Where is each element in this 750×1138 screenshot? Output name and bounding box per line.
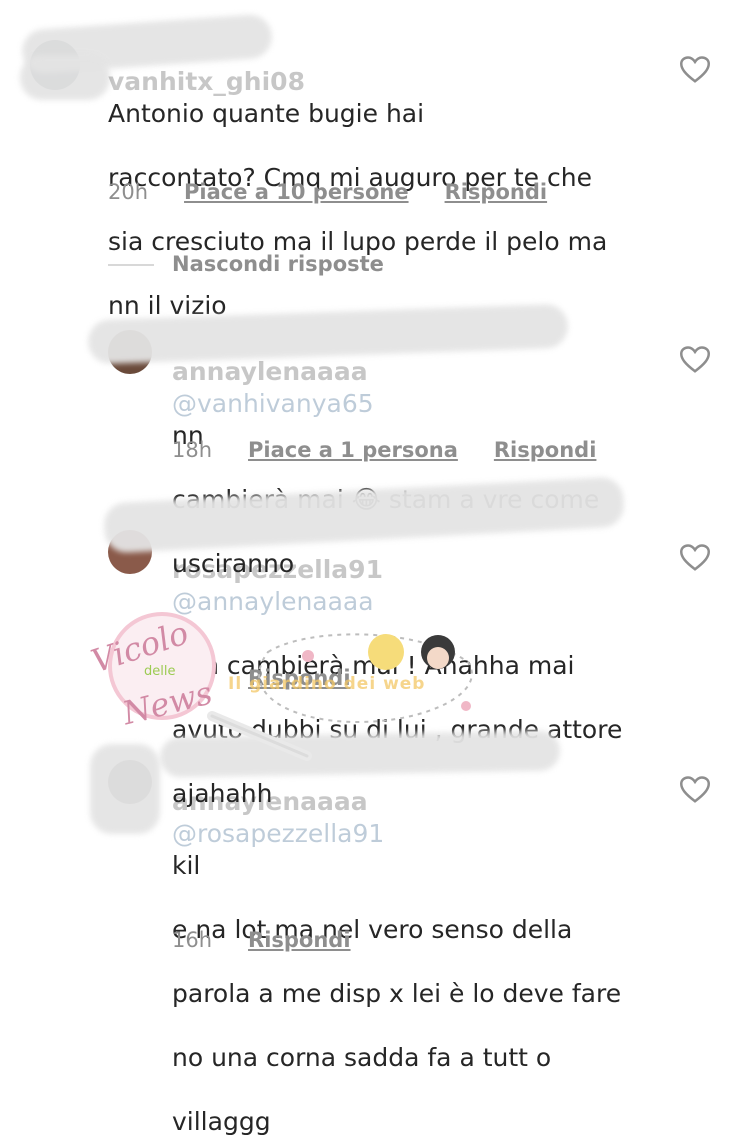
redaction-scribble	[90, 744, 160, 834]
mention[interactable]: @rosapezzella91	[172, 819, 384, 848]
mention[interactable]: @vanhivanya65	[172, 389, 374, 418]
reply-button[interactable]: Rispondi	[445, 180, 548, 204]
comment-line: villaggg	[172, 1107, 271, 1136]
likes-link[interactable]: Piace a 10 persone	[184, 180, 409, 204]
comment-time: 16h	[172, 928, 213, 952]
heart-icon[interactable]	[680, 346, 710, 374]
hide-replies-button[interactable]: Nascondi risposte	[172, 252, 384, 276]
heart-icon[interactable]	[680, 56, 710, 84]
comment-text: vanhitx_ghi08 Antonio quante bugie hai r…	[108, 34, 607, 322]
mention[interactable]: @annaylenaaaa	[172, 587, 374, 616]
comment-line: Antonio quante bugie hai	[108, 99, 425, 128]
comment-time: 16h	[172, 666, 213, 690]
comment-meta: 20h Piace a 10 persone Rispondi	[108, 180, 547, 204]
comment-meta: 16h Rispondi	[172, 666, 351, 690]
reply-button[interactable]: Rispondi	[248, 666, 351, 690]
comment-meta: 16h Rispondi	[172, 928, 351, 952]
heart-icon[interactable]	[680, 776, 710, 804]
redaction-scribble	[20, 55, 110, 100]
comment-line: kil	[172, 851, 201, 880]
comment-username[interactable]: rosapezzella91	[172, 555, 383, 584]
comment-username[interactable]: annaylenaaaa	[172, 357, 368, 386]
comment-meta: 18h Piace a 1 persona Rispondi	[172, 438, 596, 462]
comment-line: parola a me disp x lei è lo deve fare	[172, 979, 622, 1008]
comment-time: 18h	[172, 438, 213, 462]
comment-username[interactable]: vanhitx_ghi08	[108, 67, 305, 96]
heart-icon[interactable]	[680, 544, 710, 572]
divider	[108, 264, 154, 266]
comment-time: 20h	[108, 180, 149, 204]
comment-username[interactable]: annaylenaaaa	[172, 787, 368, 816]
reply-button[interactable]: Rispondi	[248, 928, 351, 952]
likes-link[interactable]: Piace a 1 persona	[248, 438, 458, 462]
watermark-middle: delle	[144, 664, 176, 679]
reply-button[interactable]: Rispondi	[494, 438, 597, 462]
comment-line: no una corna sadda fa a tutt o	[172, 1043, 552, 1072]
